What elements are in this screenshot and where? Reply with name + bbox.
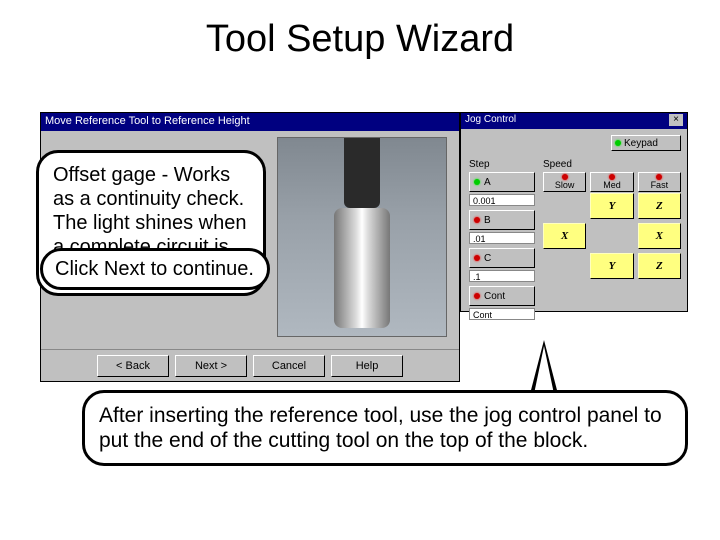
- speed-label: Fast: [651, 180, 669, 190]
- speed-header: Speed: [543, 159, 681, 170]
- axis-x-plus-button[interactable]: X: [638, 223, 681, 249]
- step-b-value: .01: [469, 232, 535, 244]
- step-c-value: .1: [469, 270, 535, 282]
- callout-click-next: Click Next to continue.: [40, 248, 270, 290]
- close-icon[interactable]: ×: [669, 114, 683, 126]
- step-label: C: [484, 253, 491, 264]
- axis-y-plus-button[interactable]: Y: [590, 193, 633, 219]
- speed-slow-button[interactable]: Slow: [543, 172, 586, 192]
- step-b-button[interactable]: B: [469, 210, 535, 230]
- led-icon: [615, 140, 621, 146]
- axis-z-plus-button[interactable]: Z: [638, 193, 681, 219]
- jog-control-panel: Jog Control × Keypad Step A 0.001 B .01 …: [460, 112, 688, 312]
- speed-fast-button[interactable]: Fast: [638, 172, 681, 192]
- axis-blank: [543, 253, 586, 279]
- step-a-value: 0.001: [469, 194, 535, 206]
- step-label: A: [484, 177, 491, 188]
- reference-tool-photo: [277, 137, 447, 337]
- page-title: Tool Setup Wizard: [0, 18, 720, 61]
- back-button[interactable]: < Back: [97, 355, 169, 377]
- keypad-label: Keypad: [624, 138, 658, 149]
- wizard-button-row: < Back Next > Cancel Help: [41, 349, 459, 381]
- step-c-button[interactable]: C: [469, 248, 535, 268]
- keypad-toggle[interactable]: Keypad: [611, 135, 681, 151]
- step-label: Cont: [484, 291, 505, 302]
- led-icon: [474, 179, 480, 185]
- callout-jog-instruction: After inserting the reference tool, use …: [82, 390, 688, 466]
- axis-x-minus-button[interactable]: X: [543, 223, 586, 249]
- step-cont-value: Cont: [469, 308, 535, 320]
- led-icon: [474, 255, 480, 261]
- speed-label: Med: [603, 180, 621, 190]
- jog-titlebar: Jog Control: [465, 114, 516, 128]
- axis-blank: [543, 193, 586, 219]
- cancel-button[interactable]: Cancel: [253, 355, 325, 377]
- axis-y-minus-button[interactable]: Y: [590, 253, 633, 279]
- speed-label: Slow: [555, 180, 575, 190]
- step-label: B: [484, 215, 491, 226]
- axis-z-minus-button[interactable]: Z: [638, 253, 681, 279]
- help-button[interactable]: Help: [331, 355, 403, 377]
- led-icon: [474, 217, 480, 223]
- step-header: Step: [469, 159, 535, 170]
- callout-tail-icon: [530, 340, 558, 394]
- wizard-titlebar: Move Reference Tool to Reference Height: [41, 113, 459, 131]
- step-a-button[interactable]: A: [469, 172, 535, 192]
- speed-med-button[interactable]: Med: [590, 172, 633, 192]
- led-icon: [474, 293, 480, 299]
- next-button[interactable]: Next >: [175, 355, 247, 377]
- axis-blank: [590, 223, 633, 249]
- step-cont-button[interactable]: Cont: [469, 286, 535, 306]
